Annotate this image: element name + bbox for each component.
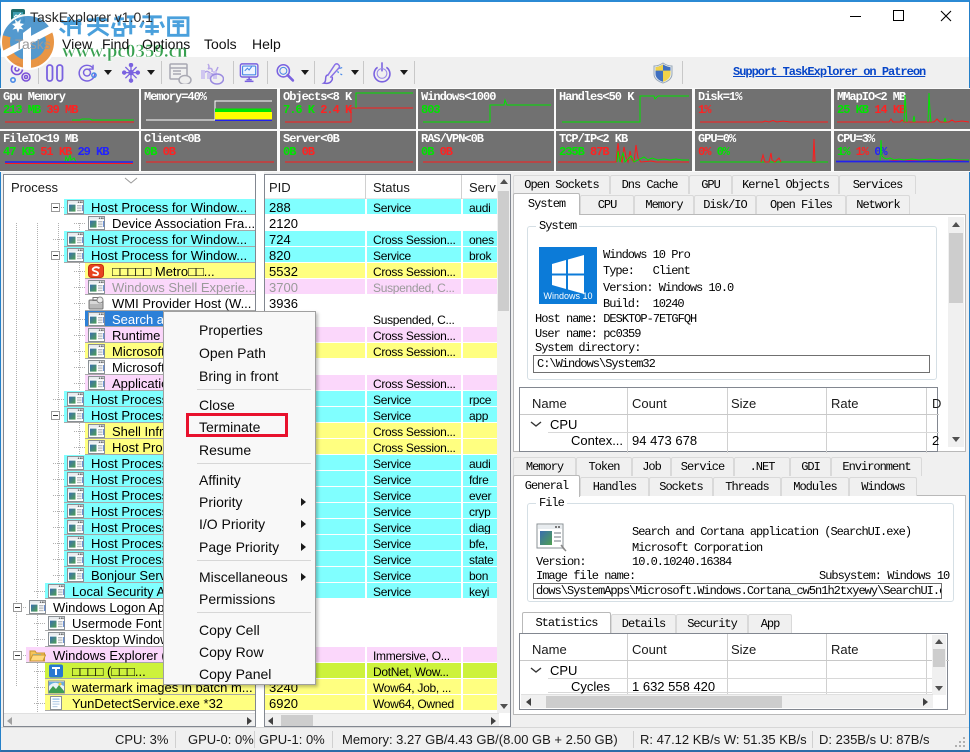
svg-text:Windows 10: Windows 10 bbox=[543, 291, 592, 301]
